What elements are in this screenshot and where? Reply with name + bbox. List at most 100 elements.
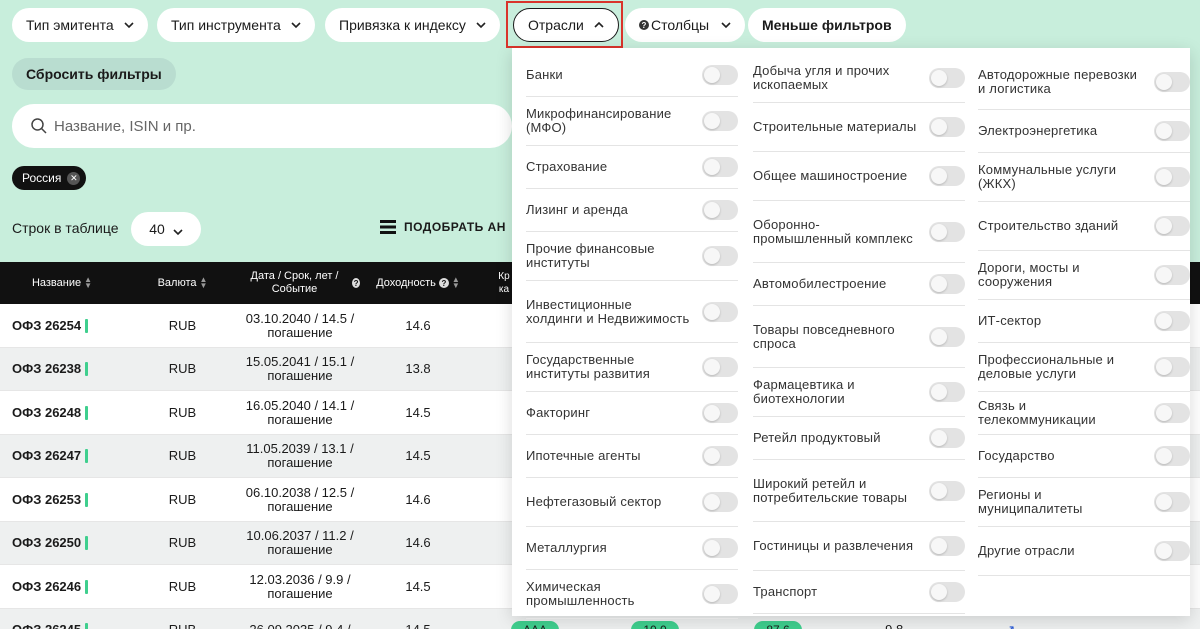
- search-box[interactable]: [12, 104, 512, 148]
- sector-toggle[interactable]: [702, 200, 738, 220]
- sector-label: Транспорт: [753, 584, 818, 599]
- sector-item[interactable]: Нефтегазовый сектор: [526, 478, 738, 527]
- sector-toggle[interactable]: [702, 301, 738, 322]
- pick-analogs-button[interactable]: ПОДОБРАТЬ АН: [380, 220, 506, 234]
- sector-toggle[interactable]: [929, 582, 965, 602]
- rows-per-page-select[interactable]: 40: [131, 212, 201, 246]
- bond-name[interactable]: ОФЗ 26247: [12, 435, 89, 478]
- sectors-filter[interactable]: Отрасли: [513, 8, 619, 42]
- sector-toggle[interactable]: [702, 111, 738, 131]
- sector-item[interactable]: Профессиональные и деловые услуги: [978, 343, 1190, 392]
- sector-toggle[interactable]: [1154, 541, 1190, 561]
- sector-toggle[interactable]: [702, 357, 738, 377]
- columns-filter[interactable]: ? Столбцы: [625, 8, 746, 42]
- sector-item[interactable]: Товары повседневного спроса: [753, 306, 965, 368]
- sector-toggle[interactable]: [1154, 492, 1190, 512]
- index-binding-filter[interactable]: Привязка к индексу: [325, 8, 500, 42]
- col-date-header[interactable]: Дата / Срок, лет / Событие?: [240, 262, 360, 304]
- sector-item[interactable]: Банки: [526, 54, 738, 97]
- sector-toggle[interactable]: [1154, 265, 1190, 285]
- sector-item[interactable]: Ретейл продуктовый: [753, 417, 965, 460]
- bond-name[interactable]: ОФЗ 26254: [12, 304, 89, 347]
- sector-item[interactable]: Микрофинансирование (МФО): [526, 97, 738, 146]
- sector-toggle[interactable]: [929, 221, 965, 242]
- sector-toggle[interactable]: [702, 246, 738, 266]
- sector-toggle[interactable]: [702, 65, 738, 85]
- sector-item[interactable]: Строительные материалы: [753, 103, 965, 152]
- sector-item[interactable]: Общее машиностроение: [753, 152, 965, 201]
- col-currency-header[interactable]: Валюта ▲ ▼: [145, 262, 220, 304]
- sector-toggle[interactable]: [702, 403, 738, 423]
- sector-toggle[interactable]: [1154, 71, 1190, 92]
- sector-toggle[interactable]: [702, 584, 738, 604]
- sector-toggle[interactable]: [1154, 167, 1190, 187]
- sector-item[interactable]: Электроэнергетика: [978, 110, 1190, 153]
- sector-item[interactable]: Автодорожные перевозки и логистика: [978, 54, 1190, 110]
- sector-item[interactable]: Лизинг и аренда: [526, 189, 738, 232]
- sector-label: Регионы и муниципалитеты: [978, 487, 1083, 516]
- less-filters-button[interactable]: Меньше фильтров: [748, 8, 906, 42]
- sector-item[interactable]: Фармацевтика и биотехнологии: [753, 368, 965, 417]
- bond-name[interactable]: ОФЗ 26246: [12, 565, 89, 608]
- sector-toggle[interactable]: [929, 326, 965, 347]
- sector-toggle[interactable]: [1154, 446, 1190, 466]
- sector-item[interactable]: Транспорт: [753, 571, 965, 614]
- bond-name[interactable]: ОФЗ 26248: [12, 391, 89, 434]
- sector-item[interactable]: ИТ-сектор: [978, 300, 1190, 343]
- sector-toggle[interactable]: [1154, 403, 1190, 423]
- close-icon[interactable]: ✕: [67, 171, 81, 185]
- sector-item[interactable]: Широкий ретейл и потребительские товары: [753, 460, 965, 522]
- sector-toggle[interactable]: [1154, 121, 1190, 141]
- sector-item[interactable]: Государство: [978, 435, 1190, 478]
- sector-item[interactable]: Связь и телекоммуникации: [978, 392, 1190, 435]
- col-rating-header[interactable]: Кр ка: [496, 262, 512, 304]
- issuer-type-filter[interactable]: Тип эмитента: [12, 8, 148, 42]
- bond-name[interactable]: ОФЗ 26245: [12, 609, 89, 629]
- sector-toggle[interactable]: [929, 166, 965, 186]
- indicator-bar: [85, 492, 89, 507]
- sector-toggle[interactable]: [929, 480, 965, 501]
- sector-toggle[interactable]: [702, 538, 738, 558]
- sector-toggle[interactable]: [1154, 357, 1190, 377]
- sector-item[interactable]: Добыча угля и прочих ископаемых: [753, 54, 965, 103]
- sector-item[interactable]: Ипотечные агенты: [526, 435, 738, 478]
- sector-item[interactable]: Гостиницы и развлечения: [753, 522, 965, 571]
- sector-toggle[interactable]: [1154, 216, 1190, 236]
- bond-name[interactable]: ОФЗ 26253: [12, 478, 89, 521]
- sector-toggle[interactable]: [929, 117, 965, 137]
- reset-filters-button[interactable]: Сбросить фильтры: [12, 58, 176, 90]
- sector-label: Металлургия: [526, 540, 607, 555]
- bond-name[interactable]: ОФЗ 26250: [12, 522, 89, 565]
- sector-toggle[interactable]: [702, 446, 738, 466]
- sector-toggle[interactable]: [702, 157, 738, 177]
- sector-item[interactable]: Химическая промышленность: [526, 570, 738, 619]
- sector-item[interactable]: Оборонно-промышленный комплекс: [753, 201, 965, 263]
- search-input[interactable]: [54, 117, 494, 135]
- sector-item[interactable]: Коммунальные услуги (ЖКХ): [978, 153, 1190, 202]
- sector-toggle[interactable]: [929, 274, 965, 294]
- value-pill: 87.6: [754, 621, 802, 629]
- sector-toggle[interactable]: [929, 536, 965, 556]
- currency-cell: RUB: [168, 448, 197, 463]
- instrument-type-filter[interactable]: Тип инструмента: [157, 8, 315, 42]
- sector-item[interactable]: Государственные институты развития: [526, 343, 738, 392]
- sector-toggle[interactable]: [702, 492, 738, 512]
- sector-item[interactable]: Металлургия: [526, 527, 738, 570]
- sector-toggle[interactable]: [929, 68, 965, 88]
- sector-toggle[interactable]: [929, 428, 965, 448]
- sector-item[interactable]: Дороги, мосты и сооружения: [978, 251, 1190, 300]
- sector-label: Товары повседневного спроса: [753, 321, 895, 351]
- col-yield-header[interactable]: Доходность? ▲ ▼: [368, 262, 468, 304]
- bond-name[interactable]: ОФЗ 26238: [12, 348, 89, 391]
- sector-item[interactable]: Другие отрасли: [978, 527, 1190, 576]
- sector-item[interactable]: Инвестиционные холдинги и Недвижимость: [526, 281, 738, 343]
- sector-toggle[interactable]: [1154, 311, 1190, 331]
- sector-item[interactable]: Страхование: [526, 146, 738, 189]
- sector-item[interactable]: Автомобилестроение: [753, 263, 965, 306]
- sector-item[interactable]: Строительство зданий: [978, 202, 1190, 251]
- sector-item[interactable]: Прочие финансовые институты: [526, 232, 738, 281]
- sector-item[interactable]: Регионы и муниципалитеты: [978, 478, 1190, 527]
- sector-item[interactable]: Факторинг: [526, 392, 738, 435]
- sector-toggle[interactable]: [929, 382, 965, 402]
- col-name-header[interactable]: Название ▲ ▼: [12, 262, 112, 304]
